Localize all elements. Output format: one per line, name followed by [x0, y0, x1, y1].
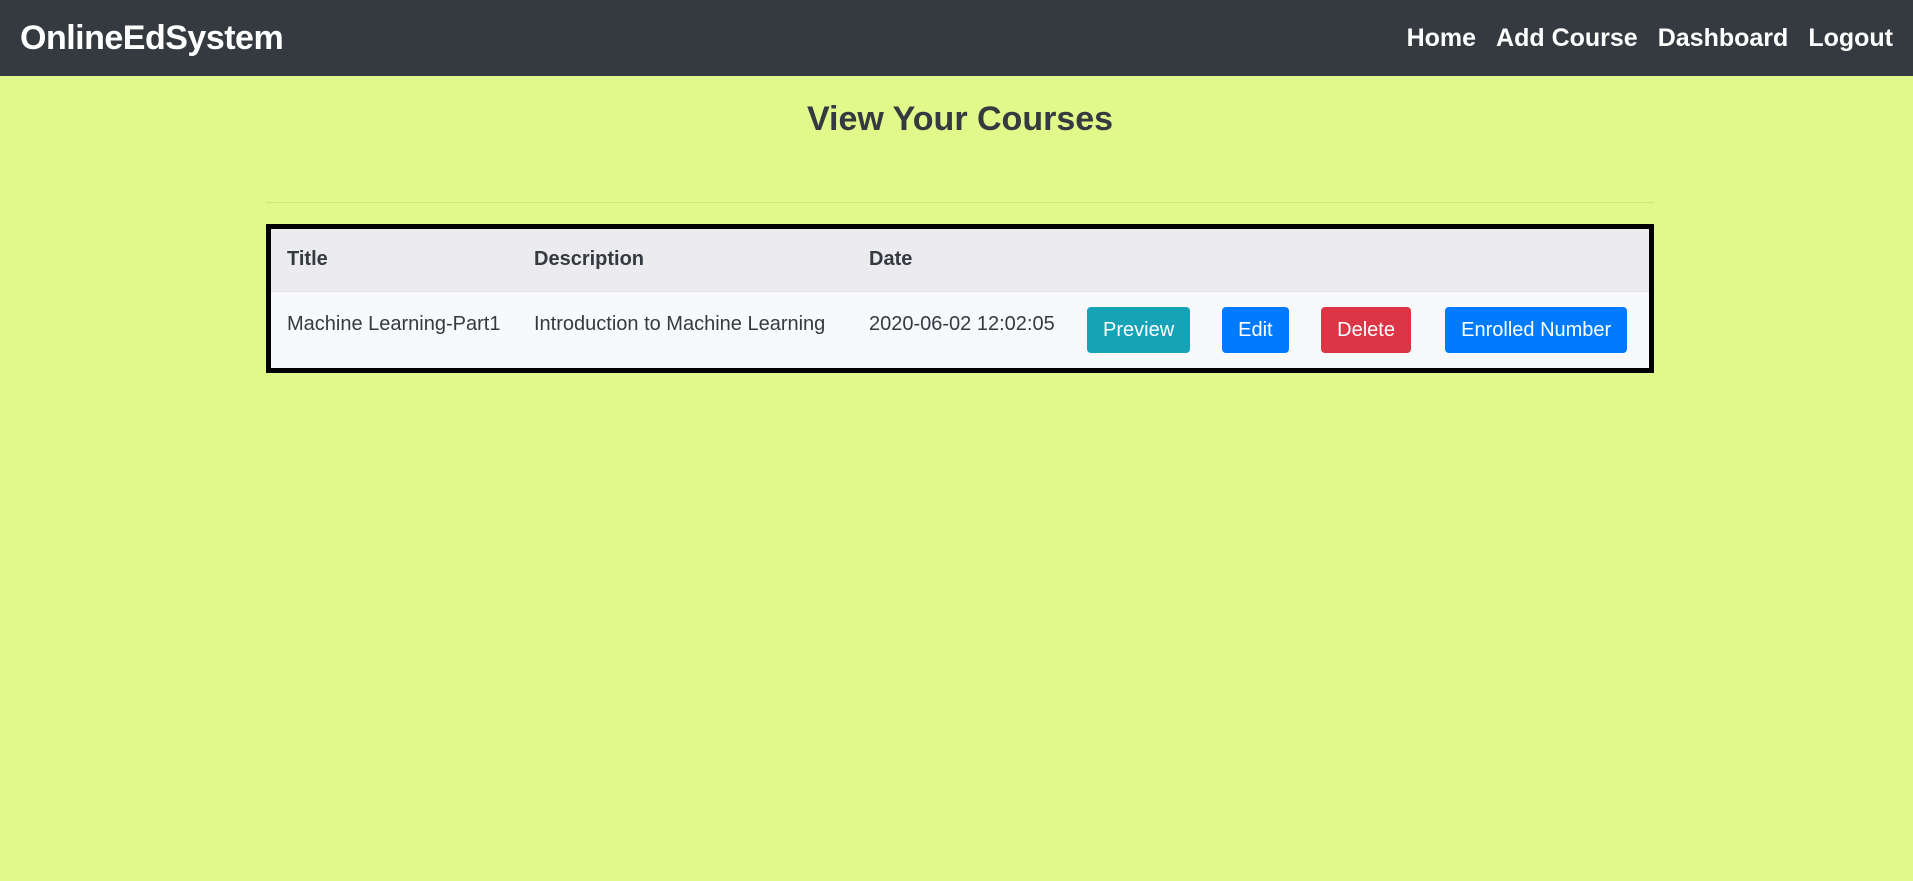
course-title-cell: Machine Learning-Part1 — [287, 312, 501, 335]
nav-links: Home Add Course Dashboard Logout — [1407, 24, 1893, 53]
nav-add-course-link[interactable]: Add Course — [1496, 24, 1638, 53]
course-description-cell: Introduction to Machine Learning — [534, 312, 826, 335]
edit-cell: Edit — [1206, 291, 1305, 368]
brand-link[interactable]: OnlineEdSystem — [20, 19, 284, 58]
column-header-delete — [1305, 229, 1430, 292]
column-header-description: Description — [518, 229, 853, 292]
enrolled-cell: Enrolled Number — [1429, 291, 1649, 368]
column-header-title: Title — [271, 229, 518, 292]
nav-home-link[interactable]: Home — [1407, 24, 1476, 53]
enrolled-number-button[interactable]: Enrolled Number — [1445, 306, 1628, 353]
column-header-date: Date — [853, 229, 1071, 292]
column-header-enrolled — [1429, 229, 1649, 292]
column-header-preview — [1071, 229, 1207, 292]
nav-logout-link[interactable]: Logout — [1808, 24, 1893, 53]
edit-button[interactable]: Edit — [1222, 306, 1289, 353]
delete-button[interactable]: Delete — [1321, 306, 1411, 353]
navbar: OnlineEdSystem Home Add Course Dashboard… — [0, 0, 1913, 76]
column-header-edit — [1206, 229, 1306, 292]
nav-dashboard-link[interactable]: Dashboard — [1658, 24, 1789, 53]
preview-button[interactable]: Preview — [1087, 306, 1191, 353]
table-header: Title Description Date — [271, 229, 1649, 292]
preview-cell: Preview — [1071, 291, 1206, 368]
courses-table-container: Title Description Date Machine Learning-… — [266, 224, 1654, 373]
table-body: Machine Learning-Part1 Introduction to M… — [271, 291, 1649, 368]
courses-table: Title Description Date Machine Learning-… — [271, 229, 1649, 368]
table-header-row: Title Description Date — [271, 229, 1649, 292]
delete-cell: Delete — [1305, 291, 1429, 368]
divider — [266, 202, 1654, 203]
page-title: View Your Courses — [806, 100, 1114, 138]
table-row: Machine Learning-Part1 Introduction to M… — [271, 291, 1649, 368]
course-date-cell: 2020-06-02 12:02:05 — [869, 312, 1055, 335]
